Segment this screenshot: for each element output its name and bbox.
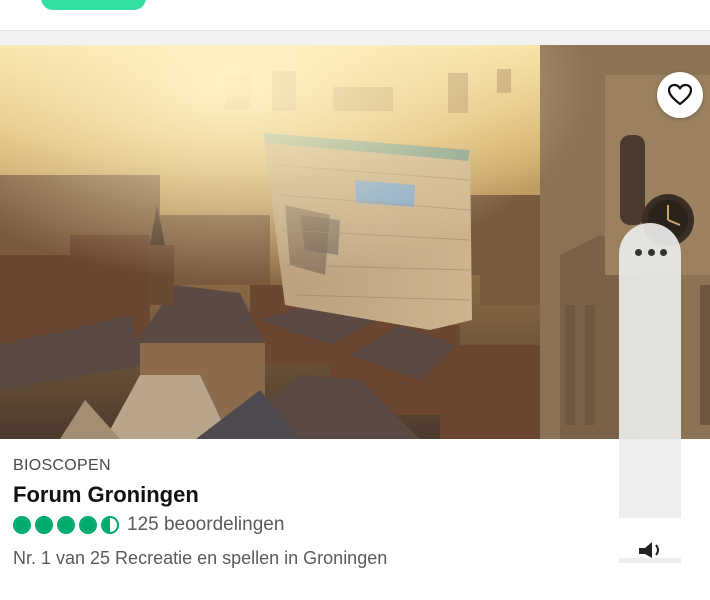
attraction-photo[interactable] (0, 45, 710, 439)
rating-bubble (57, 516, 75, 534)
rating-bubble (35, 516, 53, 534)
rating-bubble (13, 516, 31, 534)
speaker-icon (639, 542, 659, 558)
city-aerial-image (0, 45, 710, 439)
dot (635, 248, 642, 256)
rating-bubbles (13, 516, 119, 534)
attraction-title[interactable]: Forum Groningen (13, 482, 613, 508)
rating-row[interactable]: 125 beoordelingen (13, 513, 613, 537)
save-heart-button[interactable] (657, 72, 703, 118)
dot (660, 248, 667, 256)
ranking-text[interactable]: Nr. 1 van 25 Recreatie en spellen in Gro… (13, 548, 613, 569)
more-dots-icon[interactable] (635, 247, 667, 257)
top-action-button[interactable] (41, 0, 146, 10)
attraction-card[interactable]: BIOSCOPEN Forum Groningen 125 beoordelin… (0, 45, 710, 600)
sound-button[interactable] (619, 518, 681, 558)
top-bar (0, 0, 710, 31)
listing-info: BIOSCOPEN Forum Groningen 125 beoordelin… (13, 455, 613, 569)
rating-bubble (101, 516, 119, 534)
side-scroll-panel[interactable] (619, 223, 681, 563)
review-count[interactable]: 125 beoordelingen (127, 514, 284, 536)
heart-icon (667, 83, 693, 106)
dot (647, 248, 655, 256)
rating-bubble (79, 516, 97, 534)
category-label: BIOSCOPEN (13, 457, 111, 474)
